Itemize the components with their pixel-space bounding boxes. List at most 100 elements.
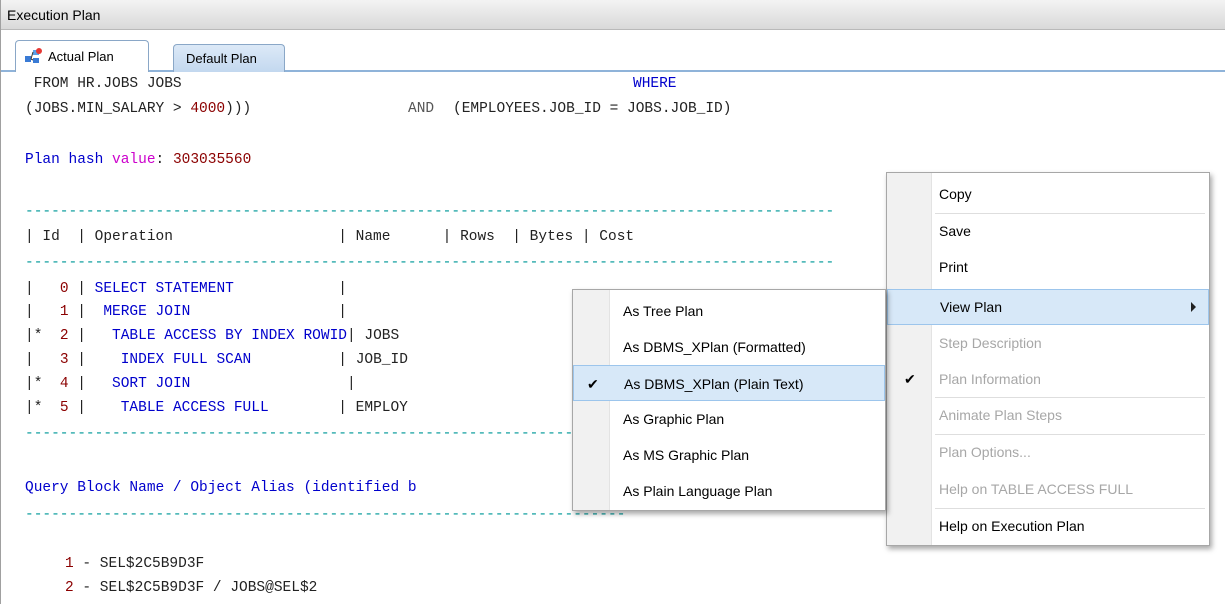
row-prefix: |* <box>25 328 60 344</box>
checkmark-icon: ✔ <box>587 376 599 392</box>
context-menu: Copy Save Print View Plan Step Descripti… <box>886 172 1210 546</box>
menu-item-label: Save <box>939 223 971 239</box>
row-pad: | <box>346 328 365 344</box>
menu-item-plan-information[interactable]: ✔ Plan Information <box>887 362 1209 398</box>
row-id: 5 <box>59 400 69 416</box>
submenu-item-label: As Plain Language Plan <box>623 483 773 499</box>
plan-row: | 3 | INDEX FULL SCAN | JOB_ID <box>25 352 408 368</box>
submenu-arrow-icon <box>1191 302 1196 312</box>
dashes-line: ----------------------------------------… <box>25 507 626 523</box>
submenu-item-dbms-xplan-plain-text[interactable]: ✔ As DBMS_XPlan (Plain Text) <box>573 365 885 401</box>
row-pad: | <box>190 304 347 320</box>
row-id: 3 <box>59 352 69 368</box>
alias-text: - SEL$2C5B9D3F <box>73 556 205 572</box>
submenu-item-dbms-xplan-formatted[interactable]: As DBMS_XPlan (Formatted) <box>573 329 885 365</box>
row-prefix: | <box>25 352 60 368</box>
row-id: 2 <box>59 328 69 344</box>
row-name: EMPLOY <box>355 400 408 416</box>
menu-item-save[interactable]: Save <box>887 214 1209 250</box>
row-sep: | <box>68 376 95 392</box>
menu-item-label: Help on TABLE ACCESS FULL <box>939 481 1134 497</box>
row-sep: | <box>68 400 95 416</box>
row-id: 0 <box>59 281 69 297</box>
plan-hash-value-keyword: value <box>112 152 156 168</box>
plan-row: |* 5 | TABLE ACCESS FULL | EMPLOY <box>25 400 408 416</box>
code-close: ))) <box>225 101 252 117</box>
menu-item-label: Help on Execution Plan <box>939 518 1085 534</box>
submenu-item-label: As DBMS_XPlan (Plain Text) <box>624 376 804 392</box>
tab-default-plan-label: Default Plan <box>186 51 257 66</box>
submenu-item-graphic-plan[interactable]: As Graphic Plan <box>573 401 885 437</box>
plan-hash-label: Plan hash <box>25 152 104 168</box>
row-operation: TABLE ACCESS BY INDEX ROWID <box>94 328 347 344</box>
menu-item-help-execution-plan[interactable]: Help on Execution Plan <box>887 509 1209 545</box>
menu-item-label: Copy <box>939 186 972 202</box>
alias-num: 1 <box>65 556 74 572</box>
code-join-condition: (EMPLOYEES.JOB_ID = JOBS.JOB_ID) <box>453 101 732 117</box>
menu-item-label: Print <box>939 259 968 275</box>
code-and-keyword: AND <box>408 101 435 117</box>
row-pad: | <box>251 352 356 368</box>
row-pad: | <box>190 376 356 392</box>
submenu-item-tree-plan[interactable]: As Tree Plan <box>573 293 885 329</box>
plan-table-header: | Id | Operation | Name | Rows | Bytes |… <box>25 229 635 245</box>
row-pad: | <box>268 400 356 416</box>
code-condition: (JOBS.MIN_SALARY > <box>25 101 191 117</box>
menu-item-label: Plan Options... <box>939 444 1031 460</box>
alias-num: 2 <box>65 580 74 596</box>
row-sep: | <box>68 281 95 297</box>
tab-actual-plan-label: Actual Plan <box>48 49 114 64</box>
row-id: 4 <box>59 376 69 392</box>
menu-item-view-plan[interactable]: View Plan <box>887 289 1209 325</box>
plan-row: |* 2 | TABLE ACCESS BY INDEX ROWID| JOBS <box>25 328 399 344</box>
query-block-header: Query Block Name / Object Alias (identif… <box>25 480 417 496</box>
row-name: JOBS <box>364 328 400 344</box>
title-bar: Execution Plan <box>1 0 1225 30</box>
row-sep: | <box>68 328 95 344</box>
row-sep: | <box>68 304 95 320</box>
row-operation: SELECT STATEMENT <box>94 281 234 297</box>
code-where-keyword: WHERE <box>633 76 677 92</box>
row-name: JOB_ID <box>355 352 408 368</box>
plan-row: | 0 | SELECT STATEMENT | <box>25 281 347 297</box>
menu-item-copy[interactable]: Copy <box>887 177 1209 213</box>
submenu-item-label: As DBMS_XPlan (Formatted) <box>623 339 806 355</box>
alias-text: - SEL$2C5B9D3F / JOBS@SEL$2 <box>73 580 318 596</box>
menu-item-label: Step Description <box>939 335 1042 351</box>
tab-default-plan[interactable]: Default Plan <box>173 44 285 72</box>
submenu-item-label: As MS Graphic Plan <box>623 447 750 463</box>
alias-row: 1 - SEL$2C5B9D3F <box>65 556 204 572</box>
plan-row: |* 4 | SORT JOIN | <box>25 376 356 392</box>
tab-actual-plan[interactable]: Actual Plan <box>15 40 149 72</box>
menu-item-label: Animate Plan Steps <box>939 407 1062 423</box>
view-plan-submenu: As Tree Plan As DBMS_XPlan (Formatted) ✔… <box>572 289 886 511</box>
code-from: FROM HR.JOBS JOBS <box>25 76 182 92</box>
submenu-item-label: As Tree Plan <box>623 303 704 319</box>
dashes-line: ----------------------------------------… <box>25 204 835 220</box>
row-prefix: | <box>25 304 60 320</box>
menu-item-step-description[interactable]: Step Description <box>887 326 1209 362</box>
row-prefix: |* <box>25 400 60 416</box>
row-id: 1 <box>59 304 69 320</box>
submenu-item-plain-language-plan[interactable]: As Plain Language Plan <box>573 473 885 509</box>
submenu-item-label: As Graphic Plan <box>623 411 725 427</box>
code-line: FROM HR.JOBS JOBS <box>25 76 182 92</box>
code-line: (JOBS.MIN_SALARY > 4000))) <box>25 101 251 117</box>
plan-icon <box>25 48 42 63</box>
row-sep: | <box>68 352 95 368</box>
row-prefix: |* <box>25 376 60 392</box>
row-operation: INDEX FULL SCAN <box>94 352 252 368</box>
menu-item-print[interactable]: Print <box>887 250 1209 286</box>
row-operation: MERGE JOIN <box>94 304 191 320</box>
menu-item-animate-plan-steps[interactable]: Animate Plan Steps <box>887 398 1209 434</box>
menu-item-label: Plan Information <box>939 371 1041 387</box>
menu-item-label: View Plan <box>940 299 1003 315</box>
submenu-item-ms-graphic-plan[interactable]: As MS Graphic Plan <box>573 437 885 473</box>
checkmark-icon: ✔ <box>904 371 916 387</box>
code-number: 4000 <box>190 101 226 117</box>
plan-hash-line: Plan hash value: 303035560 <box>25 152 251 168</box>
menu-item-help-table-access-full[interactable]: Help on TABLE ACCESS FULL <box>887 472 1209 508</box>
menu-item-plan-options[interactable]: Plan Options... <box>887 435 1209 471</box>
alias-row: 2 - SEL$2C5B9D3F / JOBS@SEL$2 <box>65 580 317 596</box>
row-prefix: | <box>25 281 60 297</box>
